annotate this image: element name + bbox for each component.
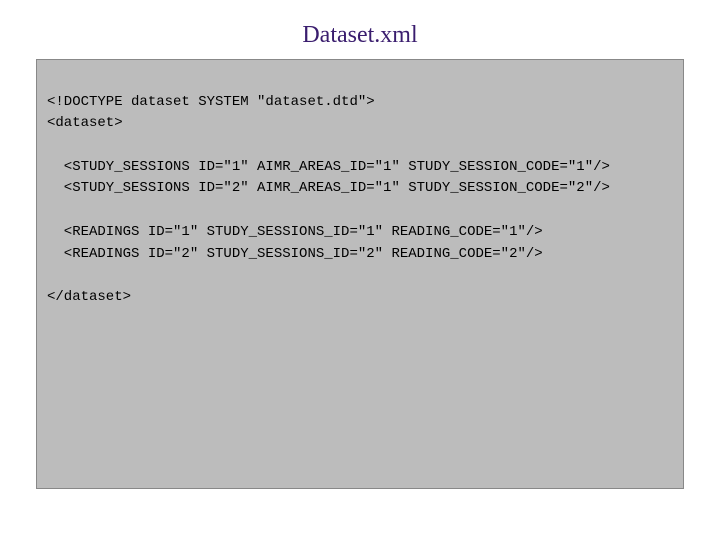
code-line: <dataset> bbox=[47, 115, 123, 131]
slide-page: Dataset.xml <!DOCTYPE dataset SYSTEM "da… bbox=[0, 0, 720, 540]
code-line: </dataset> bbox=[47, 289, 131, 305]
code-line: <READINGS ID="1" STUDY_SESSIONS_ID="1" R… bbox=[47, 224, 543, 240]
code-line: <STUDY_SESSIONS ID="2" AIMR_AREAS_ID="1"… bbox=[47, 180, 610, 196]
xml-code-block: <!DOCTYPE dataset SYSTEM "dataset.dtd"> … bbox=[36, 59, 684, 489]
code-line: <STUDY_SESSIONS ID="1" AIMR_AREAS_ID="1"… bbox=[47, 159, 610, 175]
code-line: <!DOCTYPE dataset SYSTEM "dataset.dtd"> bbox=[47, 94, 375, 110]
slide-title: Dataset.xml bbox=[0, 0, 720, 59]
code-line: <READINGS ID="2" STUDY_SESSIONS_ID="2" R… bbox=[47, 246, 543, 262]
